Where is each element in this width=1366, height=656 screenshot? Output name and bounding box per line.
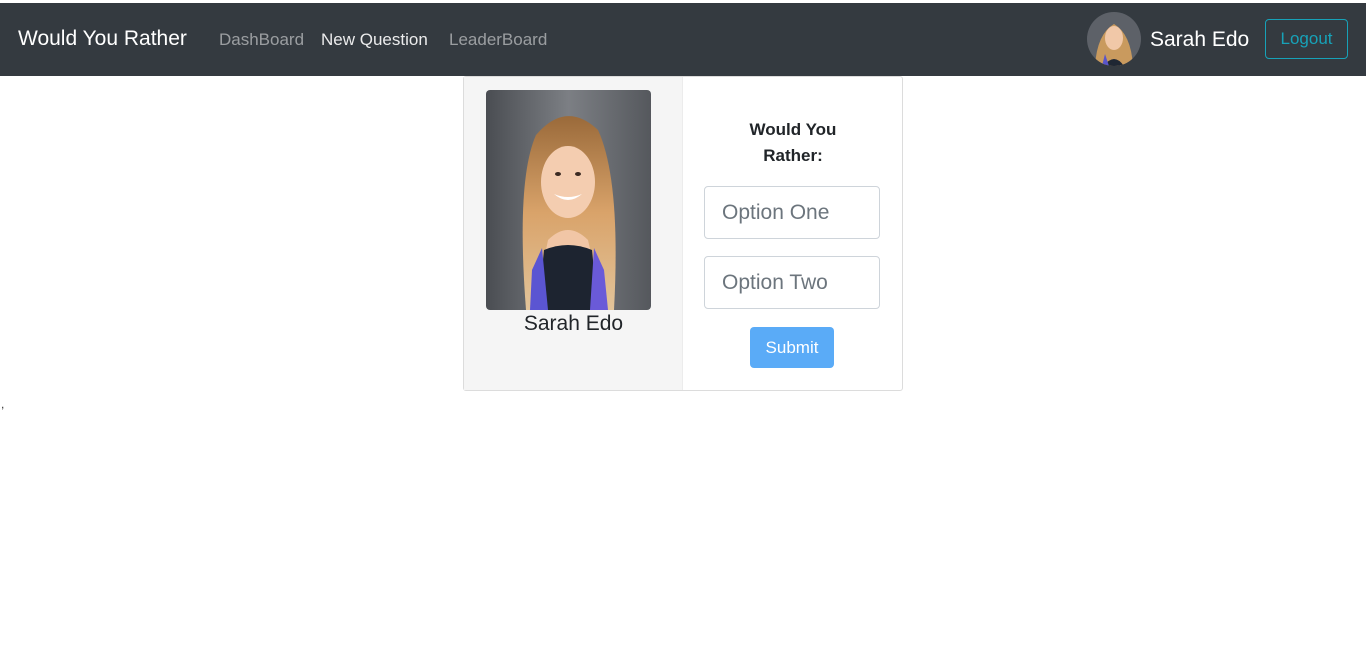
nav-link-leaderboard[interactable]: LeaderBoard: [449, 30, 547, 50]
nav-link-new-question[interactable]: New Question: [321, 30, 428, 50]
author-panel: Sarah Edo: [464, 77, 683, 390]
form-title: Would You Rather:: [749, 120, 837, 165]
user-avatar: [1087, 12, 1141, 66]
question-form: Would You Rather: Submit: [683, 77, 902, 390]
stray-text: ,: [1, 397, 5, 411]
new-question-card: Sarah Edo Would You Rather: Submit: [463, 76, 903, 391]
navbar: Would You Rather DashBoard New Question …: [0, 3, 1366, 76]
user-name: Sarah Edo: [1150, 28, 1250, 51]
author-name: Sarah Edo: [523, 312, 624, 335]
brand-link[interactable]: Would You Rather: [18, 27, 187, 51]
nav-link-dashboard[interactable]: DashBoard: [219, 30, 304, 50]
submit-button[interactable]: Submit: [750, 327, 834, 368]
logout-button[interactable]: Logout: [1265, 19, 1348, 59]
author-photo: [486, 90, 651, 310]
option-one-input[interactable]: [704, 186, 880, 239]
option-two-input[interactable]: [704, 256, 880, 309]
